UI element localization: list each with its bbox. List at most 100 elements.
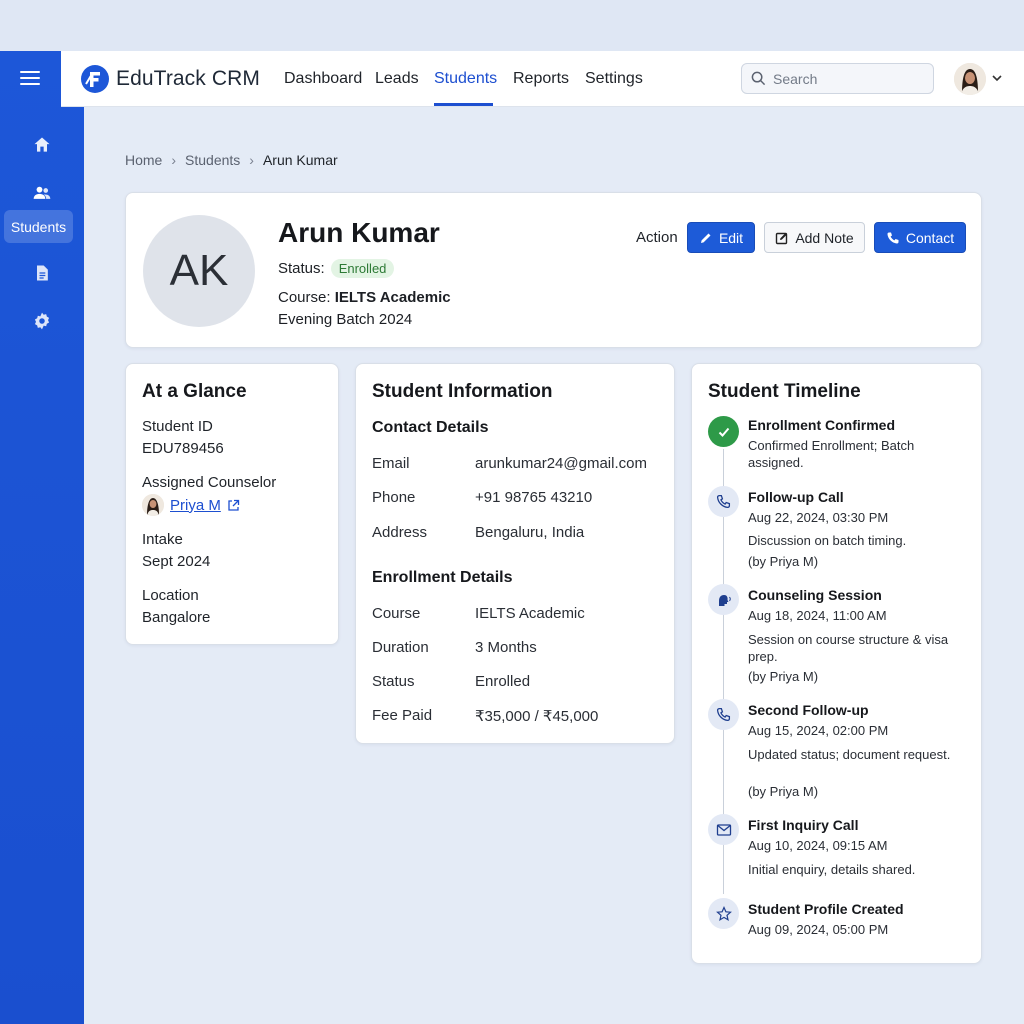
intake-value: Sept 2024 [142, 553, 211, 570]
timeline-event-text: (by Priya M) [748, 669, 819, 684]
phone-label: Phone [372, 489, 416, 506]
breadcrumb-home[interactable]: Home [125, 152, 162, 168]
contact-button-label: Contact [905, 229, 955, 246]
edit-button[interactable]: Edit [687, 222, 755, 253]
note-edit-icon [776, 232, 788, 244]
course-row: Course: IELTS Academic [278, 289, 451, 306]
enroll-course-value: IELTS Academic [475, 605, 585, 622]
search-placeholder: Search [773, 70, 818, 87]
student-timeline-card: Student Timeline Enrollment Confirmed Co… [691, 363, 982, 964]
course-name: IELTS Academic [334, 289, 451, 306]
profile-avatar: AK [143, 215, 255, 327]
fee-paid-value: ₹35,000 / ₹45,000 [475, 708, 599, 725]
search-input[interactable]: Search [741, 63, 934, 94]
intake-label: Intake [142, 531, 183, 548]
student-id-value: EDU789456 [142, 440, 224, 457]
menu-icon[interactable] [20, 71, 40, 87]
status-badge: Enrolled [330, 259, 395, 278]
pencil-icon [700, 233, 711, 243]
edutrack-logo-icon[interactable] [80, 64, 110, 94]
address-label: Address [372, 524, 428, 541]
sidebar: Students [0, 51, 84, 1024]
timeline-event-text: prep. [748, 649, 778, 664]
counselor-link[interactable]: Priya M [142, 494, 240, 516]
phone-icon [708, 486, 739, 517]
enroll-course-label: Course [372, 605, 421, 622]
fee-paid-label: Fee Paid [372, 707, 433, 724]
nav-reports[interactable]: Reports [513, 70, 569, 88]
timeline-event-date: Aug 22, 2024, 03:30 PM [748, 510, 889, 525]
counselor-label: Assigned Counselor [142, 474, 277, 491]
location-value: Bangalore [142, 609, 211, 626]
sidebar-item-home[interactable] [0, 135, 84, 155]
add-note-button-label: Add Note [795, 229, 854, 246]
breadcrumb: Home › Students › Arun Kumar [125, 152, 338, 168]
phone-icon [708, 699, 739, 730]
contact-button[interactable]: Contact [874, 222, 966, 253]
phone-value[interactable]: +91 98765 43210 [475, 489, 592, 506]
timeline-event-text: (by Priya M) [748, 784, 819, 799]
nav-active-indicator [434, 103, 493, 106]
timeline-event-text: Confirmed Enrollment; Batch [748, 438, 915, 453]
brand-name[interactable]: EduTrack CRM [116, 67, 260, 91]
check-icon [708, 416, 739, 447]
counselor-name: Priya M [170, 496, 221, 514]
timeline-event-title[interactable]: Follow-up Call [748, 489, 844, 505]
timeline-event-title[interactable]: Enrollment Confirmed [748, 417, 895, 433]
status-row: Status: Enrolled [278, 259, 395, 278]
chevron-right-icon: › [249, 152, 254, 168]
course-label: Course: [278, 289, 331, 306]
timeline-event-text: Session on course structure & visa [748, 632, 949, 647]
breadcrumb-current: Arun Kumar [262, 152, 338, 168]
home-icon [34, 137, 50, 152]
status-label: Status: [278, 260, 325, 277]
student-timeline-title: Student Timeline [708, 381, 861, 402]
enroll-status-label: Status [372, 673, 415, 690]
counselor-avatar [142, 494, 164, 516]
gear-icon [34, 312, 50, 330]
contact-details-title: Contact Details [372, 419, 489, 436]
user-avatar[interactable] [954, 63, 986, 95]
email-label: Email [372, 455, 410, 472]
timeline-event-date: Aug 18, 2024, 11:00 AM [748, 608, 887, 623]
sidebar-item-students-icon[interactable] [0, 183, 84, 203]
chevron-down-icon[interactable] [991, 73, 1003, 83]
nav-leads[interactable]: Leads [375, 70, 419, 88]
chevron-right-icon: › [171, 152, 177, 168]
users-icon [33, 186, 51, 199]
top-strip [0, 0, 1024, 51]
timeline-event-text: assigned. [748, 455, 804, 470]
email-value[interactable]: arunkumar24@gmail.com [475, 455, 647, 472]
breadcrumb-students[interactable]: Students [185, 152, 240, 168]
action-label: Action [636, 229, 678, 246]
sidebar-item-documents[interactable] [0, 263, 84, 283]
enroll-status-value: Enrolled [475, 673, 531, 690]
timeline-event-text: Updated status; document request. [748, 747, 951, 762]
timeline-event-text: (by Priya M) [748, 554, 819, 569]
nav-students[interactable]: Students [434, 70, 497, 88]
timeline-event-text: Initial enquiry, details shared. [748, 862, 916, 877]
timeline-event-title[interactable]: Counseling Session [748, 587, 882, 603]
duration-value: 3 Months [475, 639, 537, 656]
speaking-head-icon [708, 584, 739, 615]
add-note-button[interactable]: Add Note [764, 222, 865, 253]
nav-dashboard[interactable]: Dashboard [284, 70, 362, 88]
star-icon [708, 898, 739, 929]
student-id-label: Student ID [142, 418, 213, 435]
at-a-glance-title: At a Glance [142, 381, 247, 402]
timeline-event-title[interactable]: First Inquiry Call [748, 817, 858, 833]
timeline-event-title[interactable]: Second Follow-up [748, 702, 869, 718]
edit-button-label: Edit [718, 229, 744, 246]
nav-settings[interactable]: Settings [585, 70, 643, 88]
sidebar-item-settings[interactable] [0, 311, 84, 331]
sidebar-item-students[interactable]: Students [4, 210, 73, 243]
timeline-event-title[interactable]: Student Profile Created [748, 901, 904, 917]
search-icon [751, 71, 766, 86]
timeline-event-date: Aug 09, 2024, 05:00 PM [748, 922, 889, 937]
student-name: Arun Kumar [278, 217, 440, 248]
profile-card: AK Arun Kumar Status: Enrolled Course: I… [125, 192, 982, 348]
enrollment-details-title: Enrollment Details [372, 569, 513, 586]
duration-label: Duration [372, 639, 429, 656]
phone-icon [887, 232, 899, 244]
location-label: Location [142, 587, 199, 604]
